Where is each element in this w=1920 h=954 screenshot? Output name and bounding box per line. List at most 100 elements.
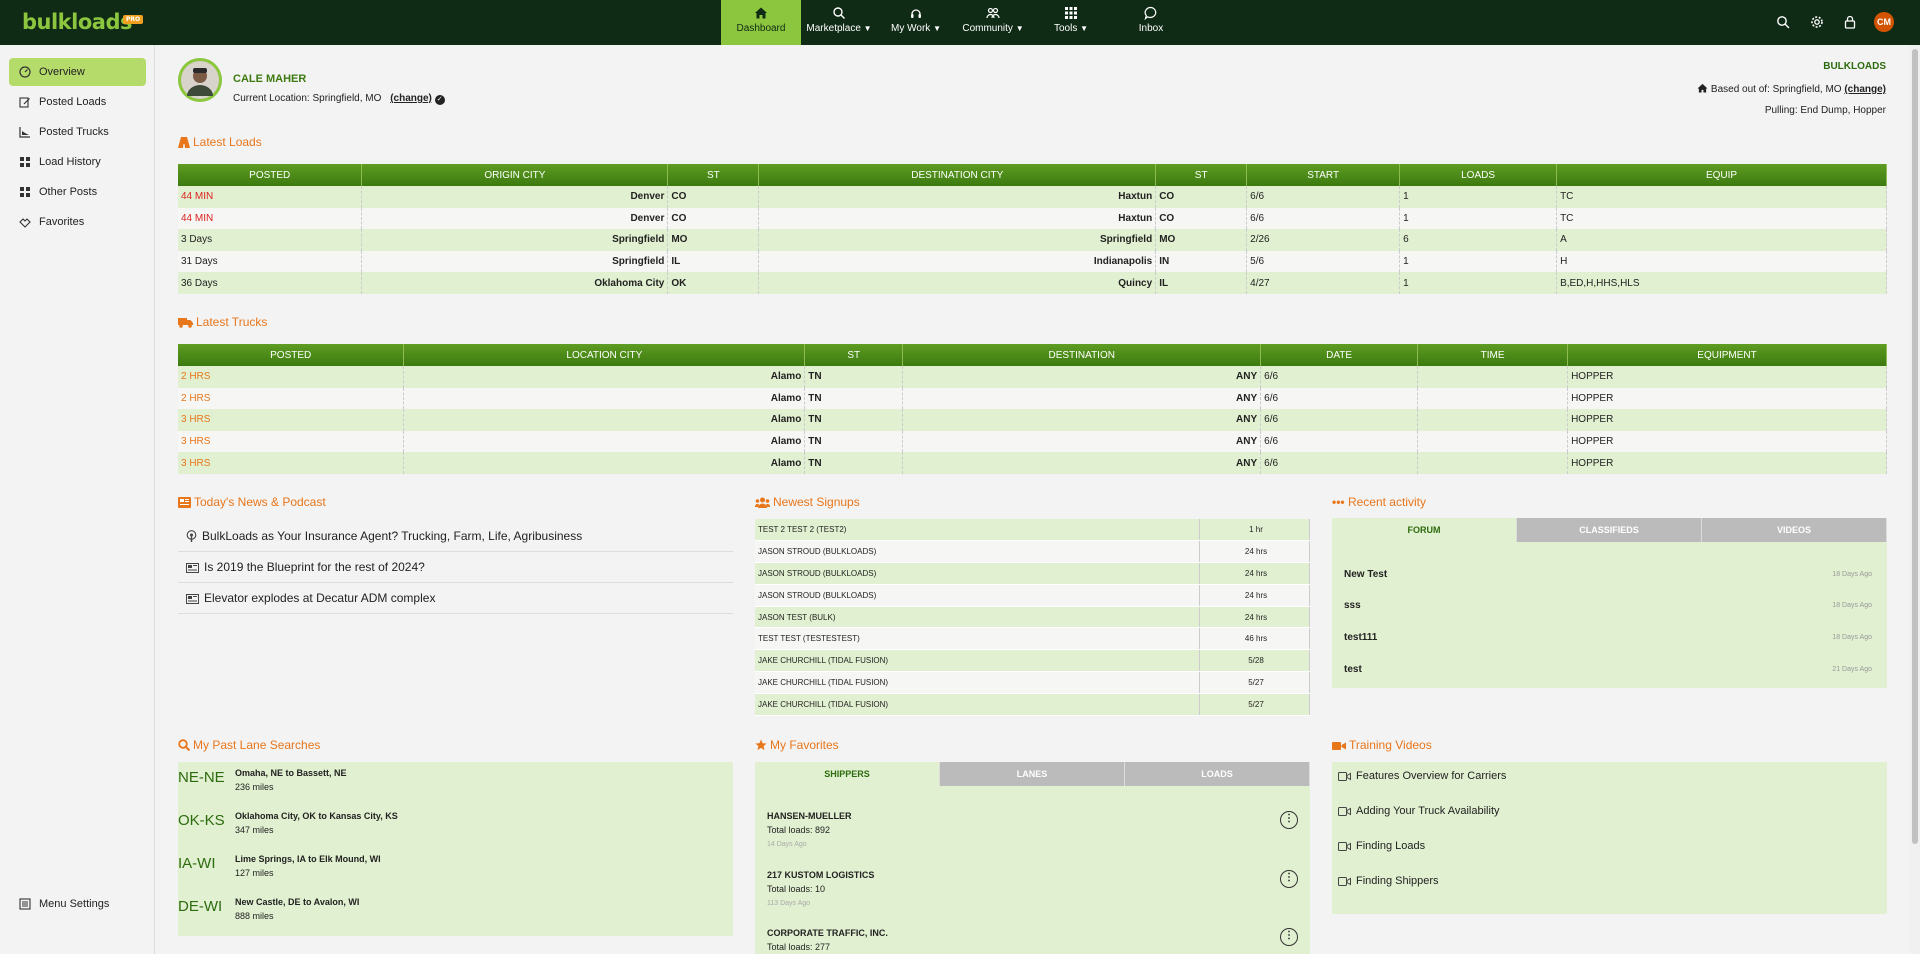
lane-search-item[interactable]: DE-WI New Castle, DE to Avalon, WI 888 m… (178, 891, 733, 934)
recent-activity-title[interactable]: ••• Recent activity (1332, 494, 1426, 510)
column-header[interactable]: DATE (1260, 344, 1419, 366)
table-row[interactable]: 3 HRS Alamo TN ANY 6/6 HOPPER (178, 452, 1887, 474)
signup-row[interactable]: JASON STROUD (BULKLOADS) 24 hrs (755, 562, 1310, 585)
column-header[interactable]: ST (804, 344, 904, 366)
nav-tools[interactable]: Tools ▼ (1046, 0, 1096, 45)
signup-row[interactable]: JAKE CHURCHILL (TIDAL FUSION) 5/28 (755, 649, 1310, 673)
activity-item-title[interactable]: test (1344, 664, 1362, 675)
training-video-link[interactable]: Features Overview for Carriers (1338, 770, 1506, 782)
search-icon[interactable] (1776, 15, 1790, 29)
nav-my-work[interactable]: My Work ▼ (881, 0, 951, 45)
lock-icon[interactable] (1843, 15, 1857, 29)
user-avatar[interactable]: CM (1874, 12, 1894, 32)
training-videos-title[interactable]: Training Videos (1332, 737, 1432, 753)
profile-avatar[interactable] (178, 58, 222, 102)
latest-loads-title[interactable]: Latest Loads (178, 134, 262, 150)
table-row[interactable]: 2 HRS Alamo TN ANY 6/6 HOPPER (178, 387, 1887, 410)
column-header[interactable]: LOADS (1399, 164, 1558, 186)
activity-item-title[interactable]: test111 (1344, 632, 1377, 643)
column-header[interactable]: ST (1155, 164, 1248, 186)
table-cell: TN (804, 409, 904, 431)
signup-row[interactable]: JASON STROUD (BULKLOADS) 24 hrs (755, 584, 1310, 607)
lane-search-item[interactable]: NE-NE Omaha, NE to Bassett, NE 236 miles (178, 762, 733, 805)
table-row[interactable]: 36 Days Oklahoma City OK Quincy IL 4/27 1 B,ED,… (178, 272, 1887, 294)
sidebar-item-posted-loads[interactable]: Posted Loads (9, 88, 146, 116)
sidebar-item-overview[interactable]: Overview (9, 58, 146, 86)
lane-search-item[interactable]: IA-WI Lime Springs, IA to Elk Mound, WI … (178, 848, 733, 891)
more-options-icon[interactable]: ⋮ (1280, 870, 1298, 888)
column-header[interactable]: POSTED (178, 344, 405, 366)
favorites-title[interactable]: My Favorites (755, 737, 839, 753)
sidebar-item-posted-trucks[interactable]: Posted Trucks (9, 118, 146, 146)
table-row[interactable]: 44 MIN Denver CO Haxtun CO 6/6 1 TC (178, 186, 1887, 208)
favorite-item[interactable]: 217 KUSTOM LOGISTICS Total loads: 10 113… (767, 870, 874, 907)
latest-trucks-title[interactable]: Latest Trucks (178, 314, 267, 330)
bulkloads-logo[interactable]: bulkloads PRO (22, 10, 144, 34)
table-row[interactable]: 3 Days Springfield MO Springfield MO 2/26 6 A (178, 229, 1887, 251)
column-header[interactable]: DESTINATION (902, 344, 1262, 366)
signup-row[interactable]: TEST TEST (TESTESTEST) 46 hrs (755, 627, 1310, 651)
gear-icon[interactable] (1810, 15, 1824, 29)
activity-item-title[interactable]: New Test (1344, 569, 1387, 580)
nav-marketplace[interactable]: Marketplace ▼ (801, 0, 877, 45)
tab-loads[interactable]: LOADS (1125, 762, 1310, 786)
column-header[interactable]: EQUIPMENT (1567, 344, 1887, 366)
favorites-panel: HANSEN-MUELLER Total loads: 892 14 Days … (755, 786, 1310, 954)
nav-community[interactable]: Community ▼ (956, 0, 1030, 45)
column-header[interactable]: POSTED (178, 164, 363, 186)
edit-icon (19, 97, 30, 108)
table-row[interactable]: 2 HRS Alamo TN ANY 6/6 HOPPER (178, 366, 1887, 388)
activity-item-title[interactable]: sss (1344, 600, 1361, 611)
table-cell: 1 (1399, 272, 1558, 294)
column-header[interactable]: LOCATION CITY (403, 344, 806, 366)
sidebar-item-other-posts[interactable]: Other Posts (9, 178, 146, 206)
sidebar-item-load-history[interactable]: Load History (9, 148, 146, 176)
tab-lanes[interactable]: LANES (940, 762, 1125, 786)
more-options-icon[interactable]: ⋮ (1280, 811, 1298, 829)
scrollbar-thumb[interactable] (1912, 49, 1918, 844)
lane-route: New Castle, DE to Avalon, WI (235, 897, 360, 907)
favorite-total-loads: Total loads: 277 (767, 942, 831, 952)
change-location-link[interactable]: (change) (390, 93, 432, 104)
column-header[interactable]: START (1246, 164, 1401, 186)
news-item[interactable]: Elevator explodes at Decatur ADM complex (178, 583, 733, 614)
table-row[interactable]: 3 HRS Alamo TN ANY 6/6 HOPPER (178, 409, 1887, 431)
column-header[interactable]: ST (667, 164, 760, 186)
column-header[interactable]: DESTINATION CITY (758, 164, 1157, 186)
tab-shippers[interactable]: SHIPPERS (755, 762, 940, 786)
nav-inbox[interactable]: Inbox (1131, 0, 1171, 45)
table-cell: Indianapolis (758, 250, 1157, 273)
menu-settings-button[interactable]: Menu Settings (9, 890, 146, 918)
signup-row[interactable]: JAKE CHURCHILL (TIDAL FUSION) 5/27 (755, 693, 1310, 716)
tab-classifieds[interactable]: CLASSIFIEDS (1517, 518, 1702, 542)
column-header[interactable]: ORIGIN CITY (361, 164, 669, 186)
signup-row[interactable]: JASON STROUD (BULKLOADS) 24 hrs (755, 540, 1310, 564)
favorite-item[interactable]: HANSEN-MUELLER Total loads: 892 14 Days … (767, 811, 852, 848)
training-video-link[interactable]: Finding Shippers (1338, 875, 1439, 887)
tab-forum[interactable]: FORUM (1332, 518, 1517, 542)
favorite-item[interactable]: CORPORATE TRAFFIC, INC. Total loads: 277 (767, 928, 888, 952)
lane-search-item[interactable]: OK-KS Oklahoma City, OK to Kansas City, … (178, 805, 733, 848)
training-video-link[interactable]: Adding Your Truck Availability (1338, 805, 1500, 817)
signup-row[interactable]: TEST 2 TEST 2 (TEST2) 1 hr (755, 519, 1310, 542)
news-item[interactable]: Is 2019 the Blueprint for the rest of 20… (178, 552, 733, 583)
table-row[interactable]: 3 HRS Alamo TN ANY 6/6 HOPPER (178, 430, 1887, 453)
tab-videos[interactable]: VIDEOS (1702, 518, 1887, 542)
change-base-link[interactable]: (change) (1844, 84, 1886, 95)
signup-row[interactable]: JASON TEST (BULK) 24 hrs (755, 606, 1310, 629)
sidebar-item-favorites[interactable]: Favorites (9, 208, 146, 236)
column-header[interactable]: TIME (1417, 344, 1569, 366)
lane-searches-title[interactable]: My Past Lane Searches (178, 737, 320, 753)
news-title[interactable]: Today's News & Podcast (178, 494, 326, 510)
table-row[interactable]: 31 Days Springfield IL Indianapolis IN 5/6 1 H (178, 250, 1887, 273)
table-row[interactable]: 44 MIN Denver CO Haxtun CO 6/6 1 TC (178, 207, 1887, 230)
signups-title[interactable]: Newest Signups (754, 494, 860, 510)
more-options-icon[interactable]: ⋮ (1280, 928, 1298, 946)
nav-dashboard[interactable]: Dashboard (721, 0, 801, 45)
signup-row[interactable]: JAKE CHURCHILL (TIDAL FUSION) 5/27 (755, 671, 1310, 694)
page-scrollbar[interactable] (1910, 45, 1920, 954)
profile-name[interactable]: CALE MAHER (233, 73, 306, 85)
column-header[interactable]: EQUIP (1556, 164, 1887, 186)
training-video-link[interactable]: Finding Loads (1338, 840, 1425, 852)
news-item[interactable]: BulkLoads as Your Insurance Agent? Truck… (178, 521, 733, 552)
